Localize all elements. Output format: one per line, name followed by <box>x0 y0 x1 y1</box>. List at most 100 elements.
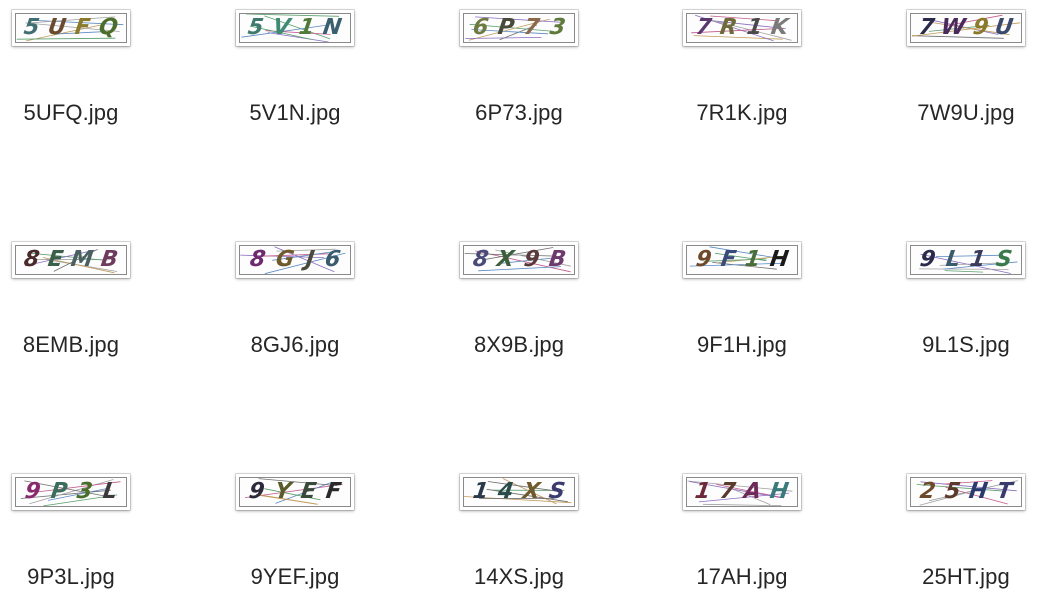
file-item[interactable]: 8X9B 8X9B.jpg <box>419 232 619 382</box>
captcha-char: U <box>994 17 1015 39</box>
file-item[interactable]: 5UFQ 5UFQ.jpg <box>0 0 171 150</box>
captcha-text: 25HT <box>911 478 1021 506</box>
captcha-image: 5UFQ <box>15 13 127 43</box>
file-thumbnail[interactable]: 8X9B <box>460 242 578 278</box>
captcha-char: S <box>994 249 1013 271</box>
file-name-label[interactable]: 5V1N.jpg <box>195 100 395 126</box>
captcha-text: 6P73 <box>464 14 574 42</box>
captcha-char: X <box>496 249 516 271</box>
file-thumbnail[interactable]: 9F1H <box>683 242 801 278</box>
file-item[interactable]: 9L1S 9L1S.jpg <box>866 232 1042 382</box>
captcha-char: 9 <box>694 249 712 271</box>
file-item[interactable]: 25HT 25HT.jpg <box>866 464 1042 614</box>
captcha-char: 3 <box>76 481 94 503</box>
captcha-char: X <box>521 481 541 503</box>
captcha-image: 9L1S <box>910 245 1022 275</box>
file-thumbnail[interactable]: 7R1K <box>683 10 801 46</box>
file-thumbnail[interactable]: 14XS <box>460 474 578 510</box>
captcha-char: T <box>996 481 1014 503</box>
captcha-image: 6P73 <box>463 13 575 43</box>
captcha-char: H <box>968 481 990 503</box>
captcha-char: N <box>322 17 344 39</box>
file-name-label[interactable]: 5UFQ.jpg <box>0 100 171 126</box>
file-thumbnail[interactable]: 9YEF <box>236 474 354 510</box>
file-name-label[interactable]: 8X9B.jpg <box>419 332 619 358</box>
file-name-label[interactable]: 25HT.jpg <box>866 564 1042 590</box>
captcha-text: 7W9U <box>911 14 1021 42</box>
captcha-char: H <box>768 249 790 271</box>
file-thumbnail[interactable]: 5UFQ <box>12 10 130 46</box>
file-name-label[interactable]: 9P3L.jpg <box>0 564 171 590</box>
captcha-char: 5 <box>943 481 961 503</box>
captcha-char: 1 <box>297 17 315 39</box>
captcha-char: 7 <box>694 17 712 39</box>
file-item[interactable]: 8EMB 8EMB.jpg <box>0 232 171 382</box>
file-thumbnail[interactable]: 5V1N <box>236 10 354 46</box>
captcha-char: 1 <box>471 481 489 503</box>
captcha-char: 1 <box>745 17 763 39</box>
captcha-image: 14XS <box>463 477 575 507</box>
captcha-char: 1 <box>694 481 712 503</box>
file-thumbnail[interactable]: 6P73 <box>460 10 578 46</box>
file-name-label[interactable]: 8GJ6.jpg <box>195 332 395 358</box>
file-item[interactable]: 14XS 14XS.jpg <box>419 464 619 614</box>
file-name-label[interactable]: 8EMB.jpg <box>0 332 171 358</box>
captcha-char: S <box>548 481 567 503</box>
file-item[interactable]: 17AH 17AH.jpg <box>642 464 842 614</box>
file-item[interactable]: 9YEF 9YEF.jpg <box>195 464 395 614</box>
captcha-char: 6 <box>324 249 342 271</box>
captcha-char: F <box>719 249 737 271</box>
file-name-label[interactable]: 9L1S.jpg <box>866 332 1042 358</box>
captcha-image: 25HT <box>910 477 1022 507</box>
captcha-char: 9 <box>24 481 42 503</box>
file-thumbnail[interactable]: 7W9U <box>907 10 1025 46</box>
captcha-char: V <box>271 17 291 39</box>
file-thumbnail[interactable]: 9L1S <box>907 242 1025 278</box>
file-name-label[interactable]: 9YEF.jpg <box>195 564 395 590</box>
file-thumbnail[interactable]: 25HT <box>907 474 1025 510</box>
captcha-char: U <box>47 17 68 39</box>
file-name-label[interactable]: 17AH.jpg <box>642 564 842 590</box>
captcha-char: 8 <box>248 249 266 271</box>
file-thumbnail[interactable]: 8EMB <box>12 242 130 278</box>
captcha-char: H <box>769 481 791 503</box>
captcha-char: 9 <box>919 249 937 271</box>
file-name-label[interactable]: 9F1H.jpg <box>642 332 842 358</box>
captcha-char: 6 <box>471 17 489 39</box>
captcha-char: P <box>497 17 516 39</box>
captcha-image: 5V1N <box>239 13 351 43</box>
captcha-text: 9YEF <box>240 478 350 506</box>
captcha-char: Y <box>273 481 292 503</box>
file-item[interactable]: 9F1H 9F1H.jpg <box>642 232 842 382</box>
file-item[interactable]: 5V1N 5V1N.jpg <box>195 0 395 150</box>
captcha-image: 17AH <box>686 477 798 507</box>
file-thumbnail[interactable]: 8GJ6 <box>236 242 354 278</box>
captcha-text: 5V1N <box>240 14 350 42</box>
captcha-char: L <box>101 481 118 503</box>
captcha-text: 9L1S <box>911 246 1021 274</box>
captcha-char: P <box>49 481 68 503</box>
captcha-char: 2 <box>918 481 936 503</box>
file-item[interactable]: 7W9U 7W9U.jpg <box>866 0 1042 150</box>
captcha-image: 7R1K <box>686 13 798 43</box>
file-thumbnail[interactable]: 17AH <box>683 474 801 510</box>
captcha-char: A <box>743 481 763 503</box>
captcha-image: 9YEF <box>239 477 351 507</box>
file-name-label[interactable]: 6P73.jpg <box>419 100 619 126</box>
captcha-text: 5UFQ <box>16 14 126 42</box>
captcha-image: 9P3L <box>15 477 127 507</box>
file-item[interactable]: 6P73 6P73.jpg <box>419 0 619 150</box>
captcha-char: J <box>304 249 315 271</box>
captcha-char: 4 <box>496 481 514 503</box>
captcha-image: 8EMB <box>15 245 127 275</box>
file-item[interactable]: 9P3L 9P3L.jpg <box>0 464 171 614</box>
file-name-label[interactable]: 14XS.jpg <box>419 564 619 590</box>
captcha-char: 7 <box>718 481 736 503</box>
captcha-char: L <box>944 249 961 271</box>
file-item[interactable]: 7R1K 7R1K.jpg <box>642 0 842 150</box>
file-name-label[interactable]: 7W9U.jpg <box>866 100 1042 126</box>
file-name-label[interactable]: 7R1K.jpg <box>642 100 842 126</box>
captcha-text: 8GJ6 <box>240 246 350 274</box>
file-item[interactable]: 8GJ6 8GJ6.jpg <box>195 232 395 382</box>
file-thumbnail[interactable]: 9P3L <box>12 474 130 510</box>
